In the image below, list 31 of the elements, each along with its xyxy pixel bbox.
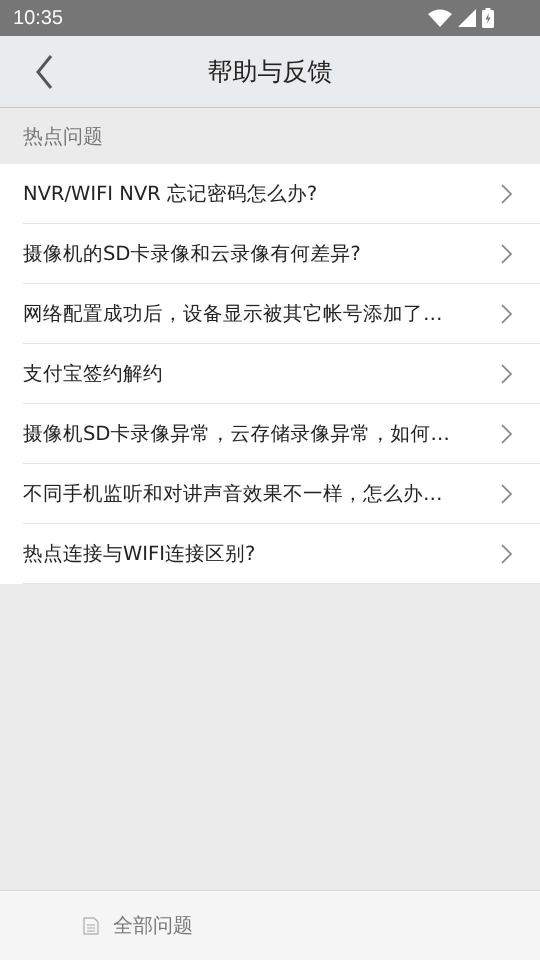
battery-icon (482, 8, 494, 28)
section-title: 热点问题 (22, 123, 104, 150)
back-icon (36, 54, 52, 88)
chevron-icon (501, 544, 512, 564)
question-text: 不同手机监听和对讲声音效果不一样，怎么办… (23, 481, 442, 507)
question-item[interactable]: 不同手机监听和对讲声音效果不一样，怎么办… (23, 464, 540, 524)
question-item[interactable]: NVR/WIFI NVR 忘记密码怎么办? (23, 164, 540, 224)
chevron-icon (501, 184, 512, 204)
question-text: 摄像机的SD卡录像和云录像有何差异? (23, 241, 361, 267)
question-text: 支付宝签约解约 (23, 361, 163, 387)
question-item[interactable]: 摄像机SD卡录像异常，云存储录像异常，如何… (23, 404, 540, 464)
page-title: 帮助与反馈 (208, 56, 332, 88)
status-time: 10:35 (13, 6, 64, 30)
chevron-icon (501, 424, 512, 444)
back-button[interactable] (36, 54, 52, 88)
chevron-icon (501, 244, 512, 264)
bottom-tab[interactable]: 全部问题 (0, 891, 276, 960)
question-item[interactable]: 网络配置成功后，设备显示被其它帐号添加了… (23, 284, 540, 344)
chevron-icon (501, 364, 512, 384)
question-text: NVR/WIFI NVR 忘记密码怎么办? (23, 181, 318, 207)
chevron-icon (501, 304, 512, 324)
question-text: 热点连接与WIFI连接区别? (23, 541, 256, 567)
wifi-icon (428, 9, 452, 27)
document-icon (83, 916, 99, 934)
chevron-icon (501, 484, 512, 504)
question-text: 摄像机SD卡录像异常，云存储录像异常，如何… (23, 421, 450, 447)
question-item[interactable]: 热点连接与WIFI连接区别? (23, 524, 540, 584)
question-item[interactable]: 支付宝签约解约 (23, 344, 540, 404)
question-item[interactable]: 摄像机的SD卡录像和云录像有何差异? (23, 224, 540, 284)
signal-icon (458, 9, 476, 27)
question-text: 网络配置成功后，设备显示被其它帐号添加了… (23, 301, 442, 327)
